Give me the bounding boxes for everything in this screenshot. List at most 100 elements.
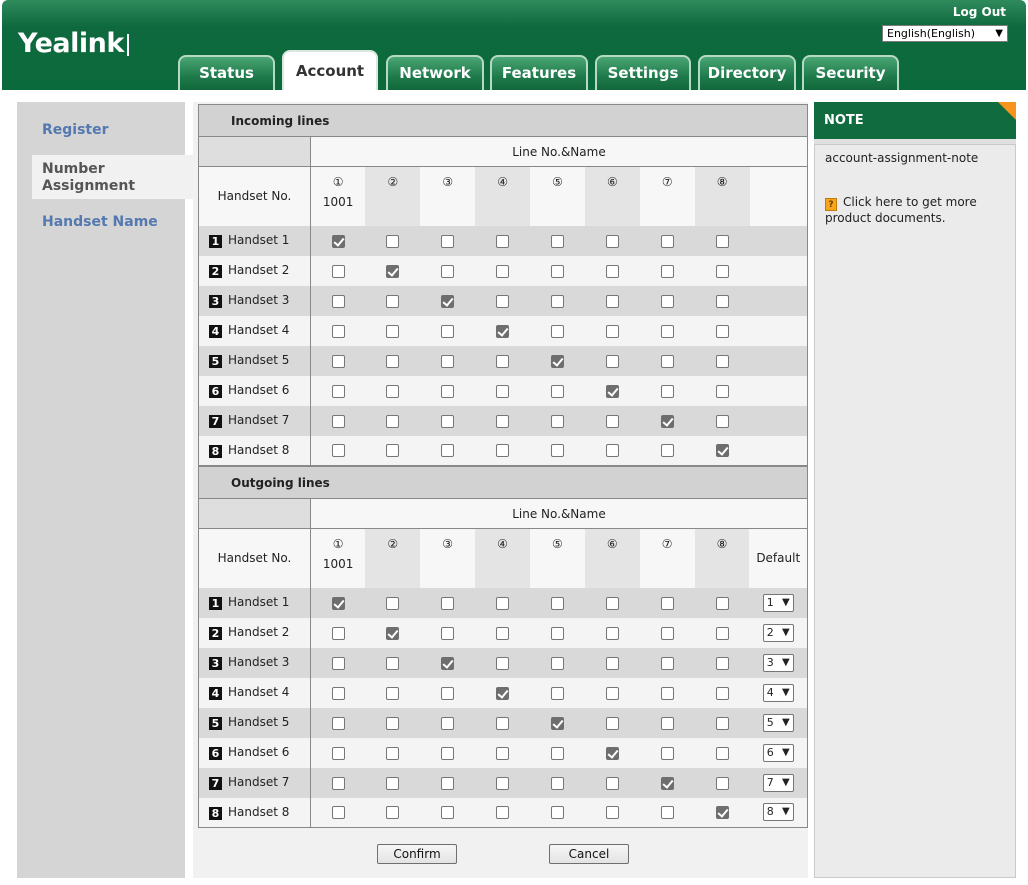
line-checkbox[interactable] bbox=[715, 414, 729, 428]
line-checkbox[interactable] bbox=[441, 746, 455, 760]
line-checkbox[interactable] bbox=[660, 384, 674, 398]
line-checkbox[interactable] bbox=[550, 444, 564, 458]
line-checkbox[interactable] bbox=[660, 656, 674, 670]
line-checkbox[interactable] bbox=[496, 776, 510, 790]
line-checkbox[interactable] bbox=[496, 806, 510, 820]
line-checkbox[interactable] bbox=[331, 626, 345, 640]
line-checkbox[interactable] bbox=[605, 746, 619, 760]
line-checkbox[interactable] bbox=[496, 234, 510, 248]
line-checkbox[interactable] bbox=[386, 444, 400, 458]
line-checkbox[interactable] bbox=[386, 626, 400, 640]
line-checkbox[interactable] bbox=[441, 776, 455, 790]
line-checkbox[interactable] bbox=[386, 264, 400, 278]
line-checkbox[interactable] bbox=[660, 354, 674, 368]
line-checkbox[interactable] bbox=[496, 294, 510, 308]
line-checkbox[interactable] bbox=[715, 324, 729, 338]
line-checkbox[interactable] bbox=[550, 354, 564, 368]
language-select[interactable]: English(English) ▼ bbox=[882, 25, 1008, 42]
line-checkbox[interactable] bbox=[605, 264, 619, 278]
line-checkbox[interactable] bbox=[550, 264, 564, 278]
line-checkbox[interactable] bbox=[715, 686, 729, 700]
line-checkbox[interactable] bbox=[550, 234, 564, 248]
line-checkbox[interactable] bbox=[331, 354, 345, 368]
tab-settings[interactable]: Settings bbox=[595, 55, 691, 90]
line-checkbox[interactable] bbox=[550, 746, 564, 760]
line-checkbox[interactable] bbox=[605, 324, 619, 338]
line-checkbox[interactable] bbox=[496, 686, 510, 700]
line-checkbox[interactable] bbox=[496, 324, 510, 338]
line-checkbox[interactable] bbox=[331, 264, 345, 278]
line-checkbox[interactable] bbox=[605, 354, 619, 368]
line-checkbox[interactable] bbox=[331, 384, 345, 398]
line-checkbox[interactable] bbox=[660, 444, 674, 458]
line-checkbox[interactable] bbox=[550, 806, 564, 820]
line-checkbox[interactable] bbox=[715, 746, 729, 760]
line-checkbox[interactable] bbox=[660, 234, 674, 248]
line-checkbox[interactable] bbox=[496, 626, 510, 640]
line-checkbox[interactable] bbox=[331, 686, 345, 700]
line-checkbox[interactable] bbox=[331, 444, 345, 458]
line-checkbox[interactable] bbox=[441, 264, 455, 278]
line-checkbox[interactable] bbox=[386, 384, 400, 398]
line-checkbox[interactable] bbox=[605, 444, 619, 458]
sidebar-item-register[interactable]: Register bbox=[17, 122, 195, 138]
cancel-button[interactable]: Cancel bbox=[549, 844, 629, 864]
line-checkbox[interactable] bbox=[715, 384, 729, 398]
line-checkbox[interactable] bbox=[331, 776, 345, 790]
line-checkbox[interactable] bbox=[605, 626, 619, 640]
line-checkbox[interactable] bbox=[715, 354, 729, 368]
line-checkbox[interactable] bbox=[496, 354, 510, 368]
tab-directory[interactable]: Directory bbox=[698, 55, 796, 90]
default-line-select[interactable]: 1 ▼ bbox=[762, 593, 794, 612]
line-checkbox[interactable] bbox=[715, 294, 729, 308]
line-checkbox[interactable] bbox=[441, 626, 455, 640]
logout-link[interactable]: Log Out bbox=[953, 5, 1006, 19]
line-checkbox[interactable] bbox=[386, 324, 400, 338]
line-checkbox[interactable] bbox=[605, 414, 619, 428]
line-checkbox[interactable] bbox=[605, 384, 619, 398]
line-checkbox[interactable] bbox=[660, 806, 674, 820]
line-checkbox[interactable] bbox=[605, 776, 619, 790]
line-checkbox[interactable] bbox=[386, 354, 400, 368]
line-checkbox[interactable] bbox=[386, 806, 400, 820]
line-checkbox[interactable] bbox=[660, 686, 674, 700]
line-checkbox[interactable] bbox=[331, 716, 345, 730]
line-checkbox[interactable] bbox=[496, 414, 510, 428]
line-checkbox[interactable] bbox=[331, 324, 345, 338]
line-checkbox[interactable] bbox=[550, 384, 564, 398]
line-checkbox[interactable] bbox=[441, 596, 455, 610]
line-checkbox[interactable] bbox=[550, 626, 564, 640]
tab-network[interactable]: Network bbox=[386, 55, 484, 90]
line-checkbox[interactable] bbox=[550, 324, 564, 338]
tab-status[interactable]: Status bbox=[178, 55, 275, 90]
line-checkbox[interactable] bbox=[496, 746, 510, 760]
line-checkbox[interactable] bbox=[386, 776, 400, 790]
line-checkbox[interactable] bbox=[496, 264, 510, 278]
line-checkbox[interactable] bbox=[605, 234, 619, 248]
line-checkbox[interactable] bbox=[660, 414, 674, 428]
line-checkbox[interactable] bbox=[660, 294, 674, 308]
line-checkbox[interactable] bbox=[496, 596, 510, 610]
line-checkbox[interactable] bbox=[605, 294, 619, 308]
line-checkbox[interactable] bbox=[715, 234, 729, 248]
line-checkbox[interactable] bbox=[386, 686, 400, 700]
default-line-select[interactable]: 3 ▼ bbox=[762, 653, 794, 672]
line-checkbox[interactable] bbox=[715, 806, 729, 820]
line-checkbox[interactable] bbox=[496, 656, 510, 670]
line-checkbox[interactable] bbox=[715, 596, 729, 610]
line-checkbox[interactable] bbox=[386, 716, 400, 730]
line-checkbox[interactable] bbox=[441, 324, 455, 338]
line-checkbox[interactable] bbox=[605, 716, 619, 730]
line-checkbox[interactable] bbox=[550, 294, 564, 308]
default-line-select[interactable]: 5 ▼ bbox=[762, 713, 794, 732]
line-checkbox[interactable] bbox=[441, 414, 455, 428]
sidebar-item-number-assignment[interactable]: Number Assignment bbox=[32, 155, 194, 199]
line-checkbox[interactable] bbox=[331, 596, 345, 610]
line-checkbox[interactable] bbox=[331, 806, 345, 820]
line-checkbox[interactable] bbox=[550, 656, 564, 670]
line-checkbox[interactable] bbox=[715, 656, 729, 670]
line-checkbox[interactable] bbox=[715, 444, 729, 458]
confirm-button[interactable]: Confirm bbox=[377, 844, 457, 864]
line-checkbox[interactable] bbox=[715, 626, 729, 640]
line-checkbox[interactable] bbox=[441, 686, 455, 700]
